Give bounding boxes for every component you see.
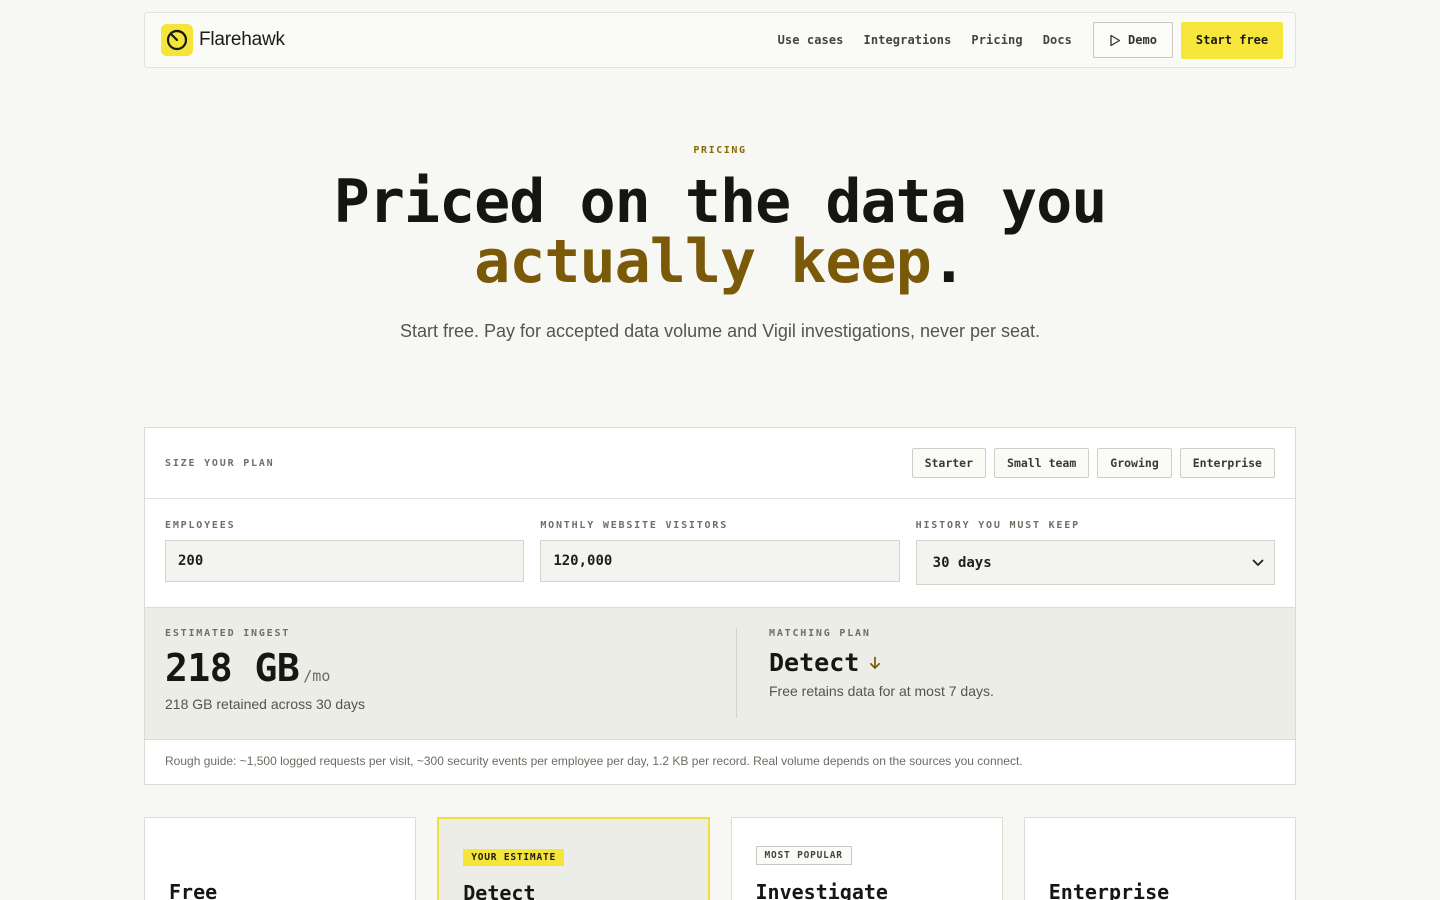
preset-enterprise-button[interactable]: Enterprise	[1179, 448, 1275, 478]
history-select-value: 30 days	[932, 554, 992, 571]
preset-small-team-button[interactable]: Small team	[994, 448, 1090, 478]
hero-title: Priced on the data you actually keep.	[0, 172, 1440, 292]
plan-calculator: SIZE YOUR PLAN Starter Small team Growin…	[144, 427, 1296, 785]
estimate-value-row: 218 GB/mo	[165, 646, 736, 690]
matching-plan-link[interactable]: Detect	[769, 648, 994, 677]
play-icon	[1110, 34, 1121, 46]
employees-label: EMPLOYEES	[165, 520, 236, 531]
nav-link-pricing[interactable]: Pricing	[971, 33, 1022, 47]
hero-title-period: .	[930, 227, 967, 297]
demo-button-label: Demo	[1128, 33, 1157, 47]
plan-card-title: Detect	[463, 881, 536, 900]
start-free-button[interactable]: Start free	[1181, 21, 1283, 59]
calculator-footnote: Rough guide: ~1,500 logged requests per …	[165, 754, 1023, 768]
top-nav: Flarehawk Use cases Integrations Pricing…	[144, 12, 1296, 68]
hero-eyebrow: PRICING	[693, 145, 747, 156]
hero-title-accent: actually keep	[474, 227, 932, 297]
chevron-down-icon	[1252, 559, 1264, 566]
hero-title-line1: Priced on the data you	[333, 167, 1108, 237]
estimate-unit: /mo	[303, 667, 331, 685]
estimate-label: ESTIMATED INGEST	[165, 628, 291, 639]
preset-growing-button[interactable]: Growing	[1097, 448, 1172, 478]
employees-input[interactable]: 200	[165, 540, 525, 582]
plan-card-enterprise[interactable]: Enterprise	[1023, 817, 1296, 900]
arrow-down-icon	[870, 656, 881, 669]
history-label: HISTORY YOU MUST KEEP	[915, 520, 1080, 531]
nav-link-docs[interactable]: Docs	[1043, 33, 1072, 47]
calculator-heading: SIZE YOUR PLAN	[165, 457, 275, 469]
visitors-input[interactable]: 120,000	[540, 540, 900, 582]
plan-card-title: Investigate	[755, 880, 888, 900]
plan-card-title: Enterprise	[1048, 880, 1170, 900]
hero-subtitle: Start free. Pay for accepted data volume…	[399, 321, 1041, 341]
matching-plan-name: Detect	[769, 648, 860, 677]
estimate-note: 218 GB retained across 30 days	[165, 696, 366, 712]
nav-link-use-cases[interactable]: Use cases	[778, 33, 844, 47]
your-estimate-badge: YOUR ESTIMATE	[463, 849, 565, 866]
plan-card-free[interactable]: Free	[144, 817, 417, 900]
plan-card-investigate[interactable]: MOST POPULAR Investigate	[730, 817, 1003, 900]
estimate-value: 218 GB	[165, 646, 300, 690]
brand[interactable]: Flarehawk	[161, 24, 285, 56]
nav-link-integrations[interactable]: Integrations	[864, 33, 952, 47]
most-popular-badge: MOST POPULAR	[755, 846, 852, 865]
plan-card-detect[interactable]: YOUR ESTIMATE Detect	[437, 817, 710, 900]
visitors-label: MONTHLY WEBSITE VISITORS	[540, 520, 729, 531]
brand-name: Flarehawk	[199, 29, 285, 50]
flarehawk-logo-icon	[161, 24, 193, 56]
preset-starter-button[interactable]: Starter	[911, 448, 987, 478]
history-select[interactable]: 30 days	[915, 540, 1275, 585]
matching-plan-label: MATCHING PLAN	[769, 628, 871, 639]
matching-plan-note: Free retains data for at most 7 days.	[769, 683, 994, 699]
demo-button[interactable]: Demo	[1093, 22, 1173, 58]
plan-card-title: Free	[169, 880, 218, 900]
